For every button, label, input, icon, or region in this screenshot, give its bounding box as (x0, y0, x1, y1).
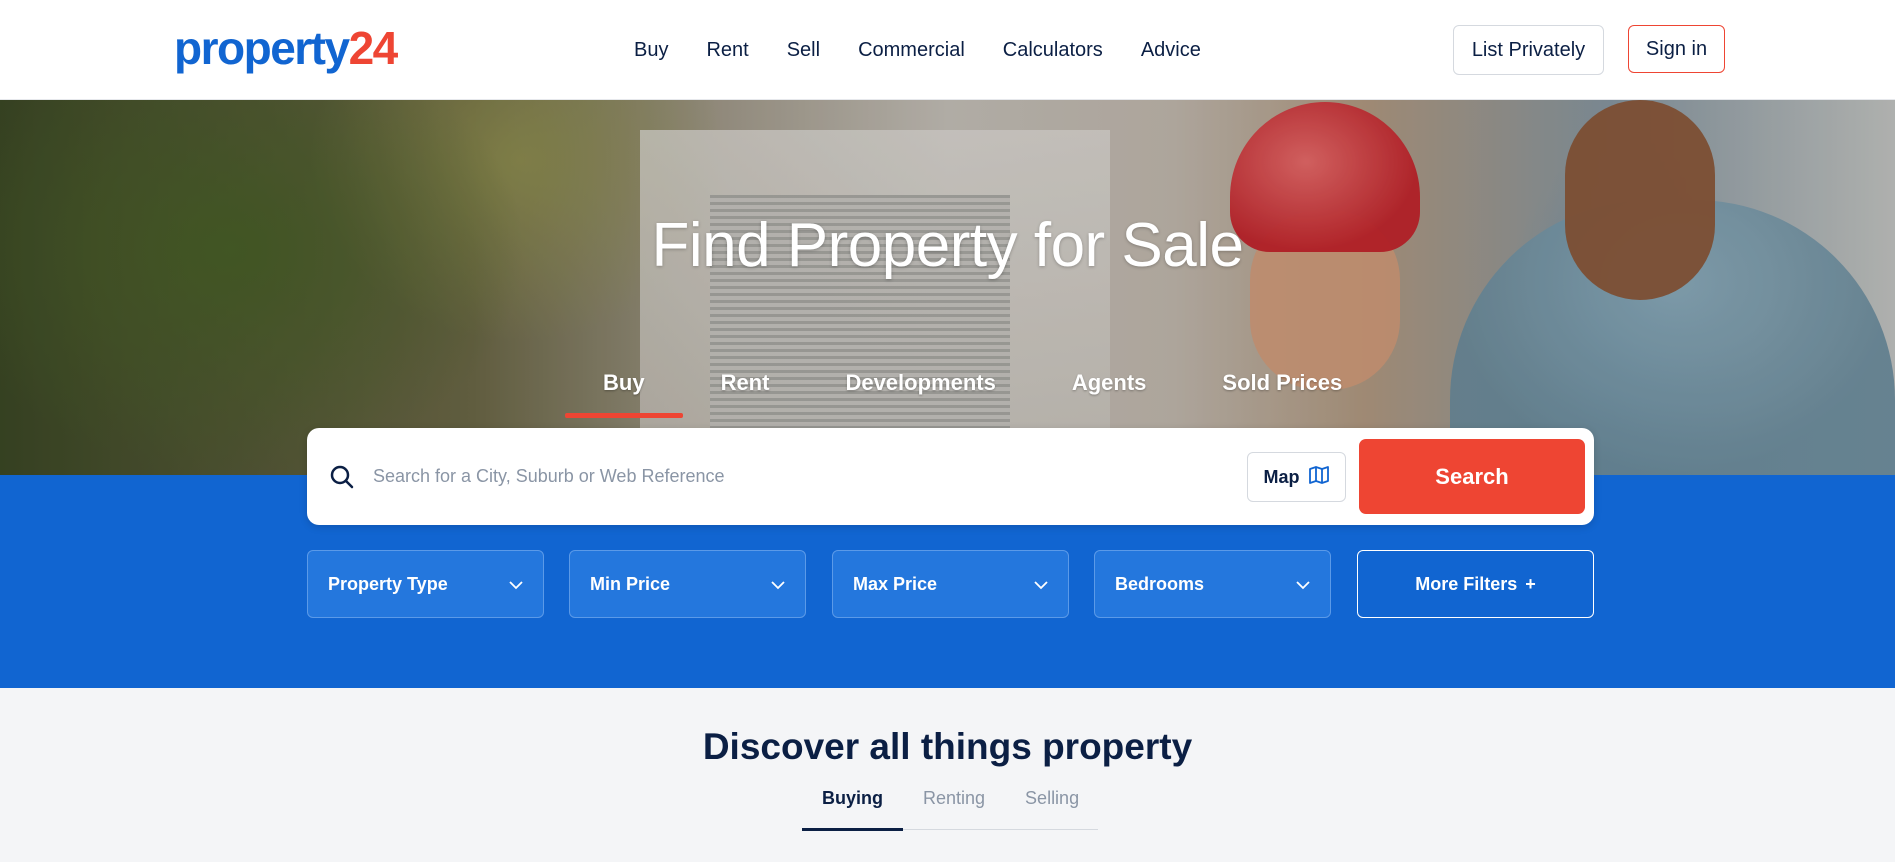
nav-commercial[interactable]: Commercial (858, 39, 965, 62)
main-nav: Buy Rent Sell Commercial Calculators Adv… (634, 0, 1239, 100)
more-filters-label: More Filters (1415, 573, 1518, 594)
nav-calculators[interactable]: Calculators (1003, 39, 1103, 62)
search-type-tabs: Buy Rent Developments Agents Sold Prices (565, 362, 1380, 422)
nav-buy[interactable]: Buy (634, 39, 668, 62)
max-price-label: Max Price (853, 573, 938, 594)
sign-in-button[interactable]: Sign in (1628, 25, 1725, 73)
chevron-down-icon (1034, 574, 1048, 595)
min-price-select[interactable]: Min Price (569, 550, 806, 618)
max-price-select[interactable]: Max Price (832, 550, 1069, 618)
search-button[interactable]: Search (1359, 439, 1585, 514)
tab-buying[interactable]: Buying (802, 788, 903, 831)
tab-sold-prices[interactable]: Sold Prices (1184, 362, 1380, 410)
map-button[interactable]: Map (1247, 452, 1346, 502)
chevron-down-icon (1296, 574, 1310, 595)
tab-rent[interactable]: Rent (683, 362, 808, 410)
property-type-select[interactable]: Property Type (307, 550, 544, 618)
search-icon (329, 464, 355, 490)
property-type-label: Property Type (328, 573, 448, 594)
tab-renting[interactable]: Renting (903, 788, 1005, 830)
discover-section: Discover all things property Buying Rent… (0, 688, 1895, 862)
property24-logo[interactable]: property24 (174, 18, 399, 78)
map-icon (1308, 464, 1330, 491)
bedrooms-label: Bedrooms (1115, 573, 1205, 594)
map-button-label: Map (1263, 466, 1300, 487)
bedrooms-select[interactable]: Bedrooms (1094, 550, 1331, 618)
tab-agents[interactable]: Agents (1034, 362, 1185, 410)
nav-advice[interactable]: Advice (1141, 39, 1201, 62)
min-price-label: Min Price (590, 573, 671, 594)
plus-icon: + (1525, 573, 1536, 594)
list-privately-button[interactable]: List Privately (1453, 25, 1604, 75)
more-filters-button[interactable]: More Filters + (1357, 550, 1594, 618)
tab-developments[interactable]: Developments (807, 362, 1033, 410)
nav-rent[interactable]: Rent (706, 39, 748, 62)
nav-sell[interactable]: Sell (787, 39, 820, 62)
search-input[interactable] (373, 453, 1213, 499)
logo-text-property[interactable]: property (174, 22, 350, 74)
logo-text-24[interactable]: 24 (349, 22, 399, 74)
hero-title: Find Property for Sale (651, 211, 1244, 280)
discover-title: Discover all things property (702, 726, 1193, 767)
tab-selling[interactable]: Selling (1005, 788, 1099, 830)
chevron-down-icon (509, 574, 523, 595)
chevron-down-icon (771, 574, 785, 595)
search-bar: Map Search (307, 428, 1594, 525)
hero-banner: Find Property for Sale Buy Rent Developm… (0, 100, 1895, 475)
discover-tabs: Buying Renting Selling (802, 788, 1099, 831)
site-header: property24 Buy Rent Sell Commercial Calc… (0, 0, 1895, 100)
tab-buy[interactable]: Buy (565, 362, 683, 418)
